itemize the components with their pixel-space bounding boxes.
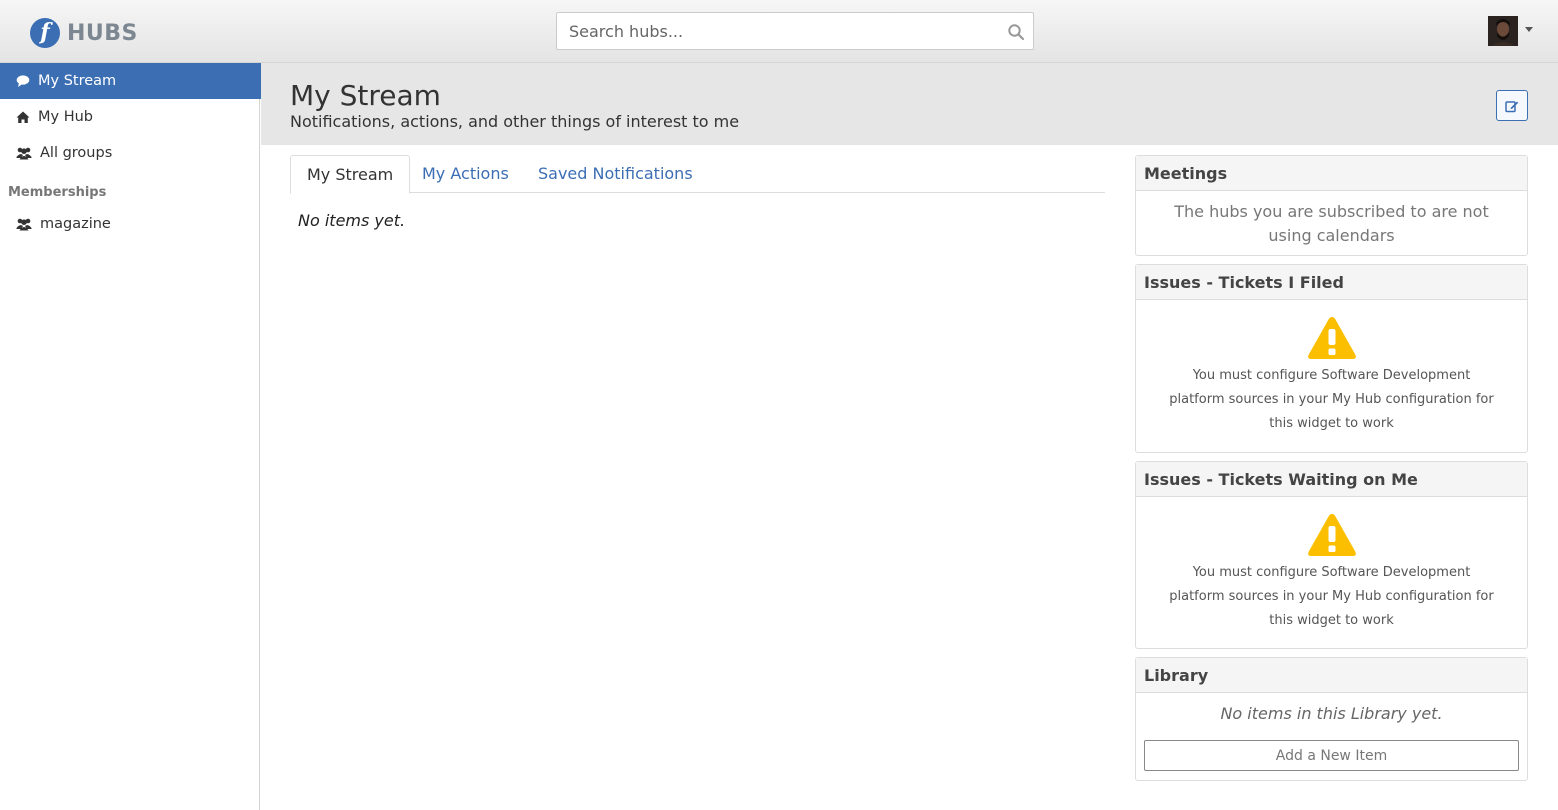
widget-warning-message: You must configure Software Development … bbox=[1169, 565, 1494, 628]
tickets-filed-widget: Issues - Tickets I Filed You must config… bbox=[1135, 264, 1528, 453]
tickets-waiting-widget: Issues - Tickets Waiting on Me You must … bbox=[1135, 461, 1528, 649]
sidebar-item-label: magazine bbox=[40, 216, 111, 232]
warning-icon bbox=[1307, 317, 1356, 359]
meetings-message: The hubs you are subscribed to are not u… bbox=[1174, 202, 1489, 245]
tab-saved-notifications[interactable]: Saved Notifications bbox=[522, 155, 709, 193]
library-empty-message: No items in this Library yet. bbox=[1220, 704, 1443, 723]
meetings-widget: Meetings The hubs you are subscribed to … bbox=[1135, 155, 1528, 256]
sidebar: My Stream My Hub All groups Memberships … bbox=[0, 63, 270, 810]
widget-title: Library bbox=[1136, 658, 1527, 693]
tab-my-stream[interactable]: My Stream bbox=[290, 155, 411, 194]
sidebar-item-my-hub[interactable]: My Hub bbox=[0, 99, 259, 135]
fedora-logo-icon: f bbox=[30, 18, 60, 48]
edit-button[interactable] bbox=[1496, 90, 1528, 121]
home-icon bbox=[16, 111, 30, 123]
sidebar-item-magazine[interactable]: magazine bbox=[0, 206, 259, 242]
speech-bubble-icon bbox=[16, 75, 30, 87]
sidebar-item-all-groups[interactable]: All groups bbox=[0, 135, 259, 171]
search-input[interactable] bbox=[557, 13, 997, 49]
sidebar-item-label: My Stream bbox=[38, 73, 117, 89]
search-icon[interactable] bbox=[1007, 23, 1025, 41]
memberships-header: Memberships bbox=[8, 185, 107, 200]
widget-title: Issues - Tickets I Filed bbox=[1136, 265, 1527, 300]
tab-my-actions[interactable]: My Actions bbox=[406, 155, 525, 193]
stream-empty-message: No items yet. bbox=[298, 211, 406, 230]
widget-title: Meetings bbox=[1136, 156, 1527, 191]
sidebar-item-label: All groups bbox=[40, 145, 113, 161]
users-icon bbox=[16, 218, 32, 231]
sidebar-item-my-stream[interactable]: My Stream bbox=[0, 63, 270, 99]
add-new-item-button[interactable]: Add a New Item bbox=[1144, 740, 1519, 771]
library-widget: Library No items in this Library yet. Ad… bbox=[1135, 657, 1528, 781]
warning-icon bbox=[1307, 514, 1356, 556]
logo-text: HUBS bbox=[67, 20, 138, 46]
hubs-logo[interactable]: f HUBS bbox=[30, 17, 138, 49]
avatar-image-icon bbox=[1488, 16, 1518, 46]
search-box bbox=[556, 12, 1034, 50]
widget-warning-message: You must configure Software Development … bbox=[1169, 368, 1494, 431]
top-bar: f HUBS bbox=[0, 0, 1558, 63]
page-subtitle: Notifications, actions, and other things… bbox=[290, 112, 740, 131]
stream-tabs: My Stream My Actions Saved Notifications bbox=[290, 155, 1105, 194]
chevron-down-icon[interactable] bbox=[1525, 27, 1533, 32]
user-avatar[interactable] bbox=[1488, 16, 1518, 46]
page-header: My Stream Notifications, actions, and ot… bbox=[261, 63, 1558, 145]
users-icon bbox=[16, 147, 32, 160]
sidebar-item-label: My Hub bbox=[38, 109, 93, 125]
page-title: My Stream bbox=[290, 79, 441, 112]
widget-title: Issues - Tickets Waiting on Me bbox=[1136, 462, 1527, 497]
edit-icon bbox=[1505, 100, 1519, 112]
